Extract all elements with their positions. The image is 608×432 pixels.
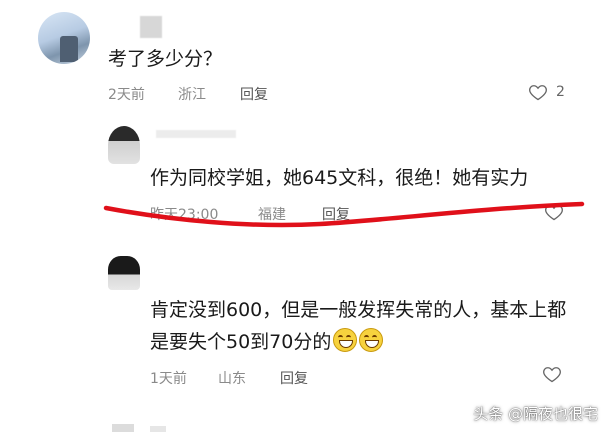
avatar[interactable] [108,256,140,290]
laugh-emoji-icon [359,328,384,352]
watermark: 头条 @隔夜也很宅 [473,405,598,423]
comment-text-line1: 肯定没到600，但是一般发挥失常的人，基本上都 [150,299,567,321]
comment-time: 1天前 [150,371,187,387]
next-username-partial [150,426,166,432]
comment-location: 山东 [218,371,246,387]
next-avatar-partial [112,424,134,432]
reply-button[interactable]: 回复 [280,368,308,388]
laugh-emoji-icon [333,328,358,352]
comment-text-line2: 是要失个50到70分的 [150,327,384,354]
heart-icon[interactable] [542,364,562,384]
